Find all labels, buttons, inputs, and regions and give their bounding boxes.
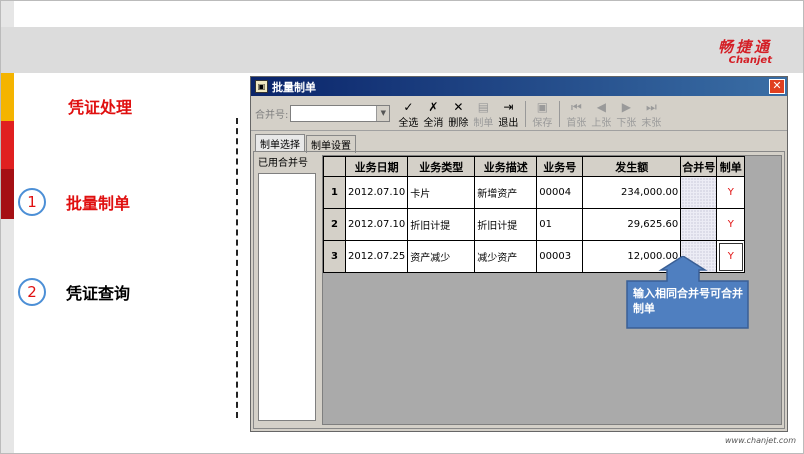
slide-border xyxy=(0,0,804,454)
